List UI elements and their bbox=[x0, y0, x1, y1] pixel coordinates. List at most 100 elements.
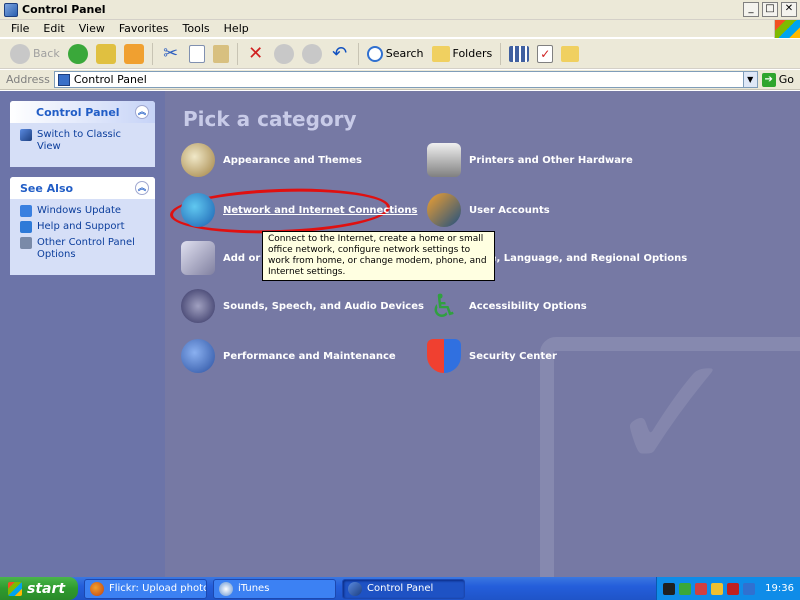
windows-update-icon bbox=[20, 205, 32, 217]
link-label: Windows Update bbox=[37, 205, 122, 216]
see-also-panel: See Also ︽ Windows Update Help and Suppo… bbox=[10, 177, 155, 275]
delete-button[interactable]: ✕ bbox=[242, 42, 270, 66]
taskbar-item-itunes[interactable]: iTunes bbox=[213, 578, 336, 599]
users-icon bbox=[427, 193, 461, 227]
copy-to-icon bbox=[301, 43, 322, 64]
taskbar-item-flickr[interactable]: Flickr: Upload photos ... bbox=[84, 578, 207, 599]
move-to-button[interactable] bbox=[270, 42, 298, 66]
category-security-center[interactable]: Security Center bbox=[427, 339, 557, 373]
close-button[interactable]: ✕ bbox=[781, 2, 797, 17]
itunes-icon bbox=[219, 581, 233, 596]
up-folder-button[interactable] bbox=[92, 42, 120, 66]
toolbar: Back ✂ ✕ ↶ Search Folders ✓ bbox=[0, 39, 800, 69]
maximize-button[interactable]: □ bbox=[762, 2, 778, 17]
clock: 19:36 bbox=[765, 583, 794, 594]
undo-button[interactable]: ↶ bbox=[326, 42, 354, 66]
page-title: Pick a category bbox=[183, 107, 357, 131]
category-appearance[interactable]: Appearance and Themes bbox=[181, 143, 362, 177]
see-also-panel-body: Windows Update Help and Support Other Co… bbox=[10, 199, 155, 275]
toolbar-separator bbox=[357, 42, 359, 65]
search-button[interactable]: Search bbox=[363, 42, 428, 66]
collapse-chevron-icon[interactable]: ︽ bbox=[135, 181, 149, 195]
copy-button[interactable] bbox=[185, 42, 209, 66]
forward-button[interactable] bbox=[64, 42, 92, 66]
delete-x-icon: ✕ bbox=[248, 42, 264, 64]
security-shield-icon bbox=[427, 339, 461, 373]
folder-options-button[interactable] bbox=[557, 42, 583, 66]
windows-logo-icon bbox=[774, 19, 800, 38]
menu-tools[interactable]: Tools bbox=[176, 22, 217, 35]
sounds-icon bbox=[181, 289, 215, 323]
paste-button[interactable] bbox=[209, 42, 233, 66]
views-button[interactable] bbox=[505, 42, 533, 66]
copy-to-button[interactable] bbox=[298, 42, 326, 66]
tray-network-icon[interactable] bbox=[679, 582, 692, 595]
toolbar-separator bbox=[500, 42, 502, 65]
address-input[interactable]: Control Panel ▼ bbox=[53, 71, 758, 88]
menu-favorites[interactable]: Favorites bbox=[112, 22, 176, 35]
collapse-chevron-icon[interactable]: ︽ bbox=[135, 105, 149, 119]
menu-bar: File Edit View Favorites Tools Help bbox=[0, 19, 800, 38]
category-performance[interactable]: Performance and Maintenance bbox=[181, 339, 396, 373]
menu-help[interactable]: Help bbox=[217, 22, 256, 35]
task-label: Flickr: Upload photos ... bbox=[109, 583, 206, 594]
control-panel-panel-header[interactable]: Control Panel ︽ bbox=[10, 101, 155, 123]
windows-update-link[interactable]: Windows Update bbox=[20, 205, 147, 217]
help-support-link[interactable]: Help and Support bbox=[20, 221, 147, 233]
tray-app-icon[interactable] bbox=[663, 582, 676, 595]
control-panel-icon bbox=[4, 2, 18, 17]
performance-icon bbox=[181, 339, 215, 373]
go-button[interactable]: ➔ Go bbox=[761, 72, 794, 87]
category-accessibility[interactable]: ♿ Accessibility Options bbox=[427, 287, 587, 325]
windows-flag-icon bbox=[8, 581, 22, 596]
control-panel-icon bbox=[57, 73, 70, 86]
category-printers[interactable]: Printers and Other Hardware bbox=[427, 143, 633, 177]
taskbar-item-control-panel[interactable]: Control Panel bbox=[342, 578, 465, 599]
category-label: Time, Language, and Regional Options bbox=[469, 252, 688, 264]
category-user-accounts[interactable]: User Accounts bbox=[427, 193, 550, 227]
tray-messenger-icon[interactable] bbox=[711, 582, 724, 595]
folders-icon bbox=[431, 45, 450, 62]
home-button[interactable] bbox=[120, 42, 148, 66]
menu-file[interactable]: File bbox=[4, 22, 36, 35]
scissors-icon: ✂ bbox=[163, 42, 179, 64]
taskbar: start Flickr: Upload photos ... iTunes C… bbox=[0, 577, 800, 600]
tray-antivirus-icon[interactable] bbox=[727, 582, 740, 595]
category-network[interactable]: Network and Internet Connections bbox=[181, 193, 417, 227]
watermark-check-icon: ✓ bbox=[605, 320, 740, 507]
start-button[interactable]: start bbox=[0, 577, 78, 600]
category-label: Performance and Maintenance bbox=[223, 350, 396, 362]
category-label: Printers and Other Hardware bbox=[469, 154, 633, 166]
address-dropdown-icon[interactable]: ▼ bbox=[742, 72, 757, 87]
home-icon bbox=[123, 43, 144, 64]
category-sounds[interactable]: Sounds, Speech, and Audio Devices bbox=[181, 289, 424, 323]
control-panel-panel: Control Panel ︽ Switch to Classic View bbox=[10, 101, 155, 167]
help-support-icon bbox=[20, 221, 32, 233]
back-button[interactable]: Back bbox=[6, 42, 64, 66]
tray-security-icon[interactable] bbox=[695, 582, 708, 595]
folder-check-icon bbox=[561, 45, 580, 62]
checklist-icon: ✓ bbox=[537, 44, 554, 63]
switch-classic-view-link[interactable]: Switch to Classic View bbox=[20, 129, 147, 153]
category-label: User Accounts bbox=[469, 204, 550, 216]
go-label: Go bbox=[778, 73, 794, 86]
category-view: ✓ Pick a category Appearance and Themes … bbox=[165, 91, 800, 577]
folders-button[interactable]: Folders bbox=[428, 42, 497, 66]
other-options-link[interactable]: Other Control Panel Options bbox=[20, 237, 147, 261]
menu-edit[interactable]: Edit bbox=[36, 22, 71, 35]
firefox-icon bbox=[90, 581, 104, 596]
control-panel-icon bbox=[348, 581, 362, 596]
tray-volume-icon[interactable] bbox=[743, 582, 756, 595]
cut-button[interactable]: ✂ bbox=[157, 42, 185, 66]
task-label: iTunes bbox=[238, 583, 270, 594]
properties-button[interactable]: ✓ bbox=[533, 42, 557, 66]
see-also-panel-header[interactable]: See Also ︽ bbox=[10, 177, 155, 199]
minimize-button[interactable]: _ bbox=[743, 2, 759, 17]
up-folder-icon bbox=[95, 43, 116, 64]
category-label: Network and Internet Connections bbox=[223, 204, 418, 216]
menu-view[interactable]: View bbox=[72, 22, 112, 35]
window-title: Control Panel bbox=[22, 3, 106, 16]
panel-title: See Also bbox=[20, 181, 74, 195]
accessibility-icon: ♿ bbox=[429, 287, 459, 325]
copy-icon bbox=[188, 44, 205, 63]
